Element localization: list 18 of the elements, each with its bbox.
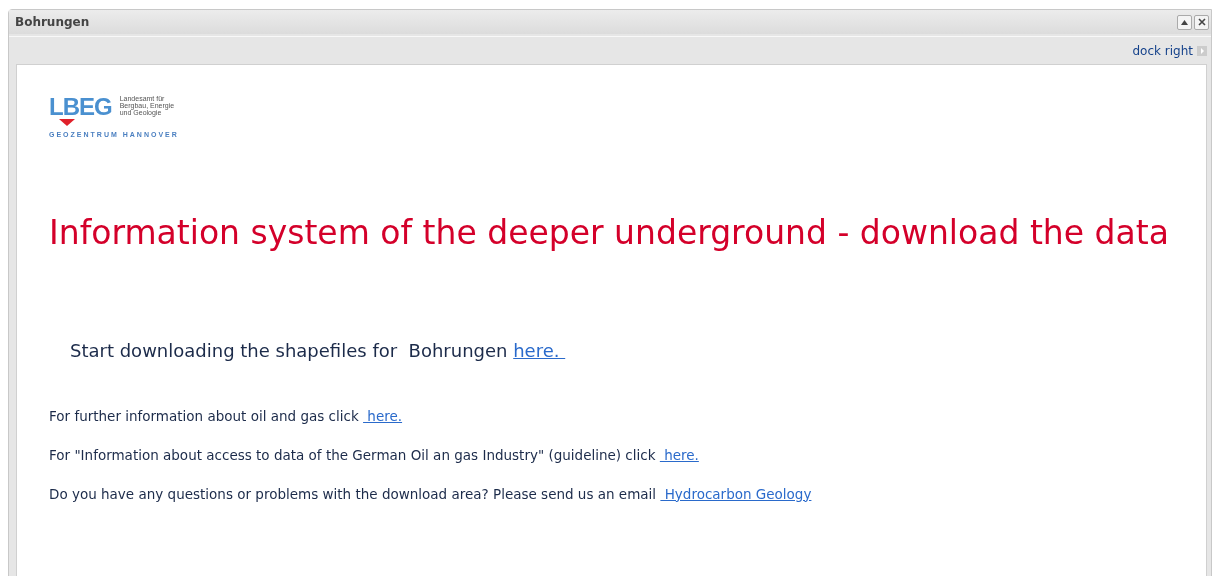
info-text: For "Information about access to data of the German Oil an gas Industry" (guideline) click here. [49, 445, 700, 465]
logo-triangle-icon [59, 119, 75, 126]
info-text: For further information about oil and gas click here. [49, 406, 404, 426]
dock-right-link[interactable]: dock right [1132, 41, 1193, 60]
triangle-up-icon [1181, 19, 1188, 25]
window-title: Bohrungen [15, 14, 90, 31]
info-link[interactable]: here. [363, 407, 403, 424]
close-button[interactable] [1194, 14, 1209, 30]
info-link[interactable]: here. [659, 446, 699, 463]
close-icon [1197, 18, 1206, 26]
info-link[interactable]: Hydrocarbon Geology [660, 485, 812, 502]
info-text: Do you have any questions or problems with the download area? Please send us an email Hydrocarbon Geology [49, 484, 813, 504]
download-text: Start downloading the shapefiles for Bohrungen here. [70, 336, 1206, 364]
collapse-button[interactable] [1177, 14, 1192, 30]
page-heading: Information system of the deeper underground - download the data [49, 212, 1170, 253]
arrow-right-icon [1197, 45, 1207, 56]
download-link[interactable]: here. [513, 339, 566, 361]
logo-letters: LBEG [49, 95, 112, 119]
